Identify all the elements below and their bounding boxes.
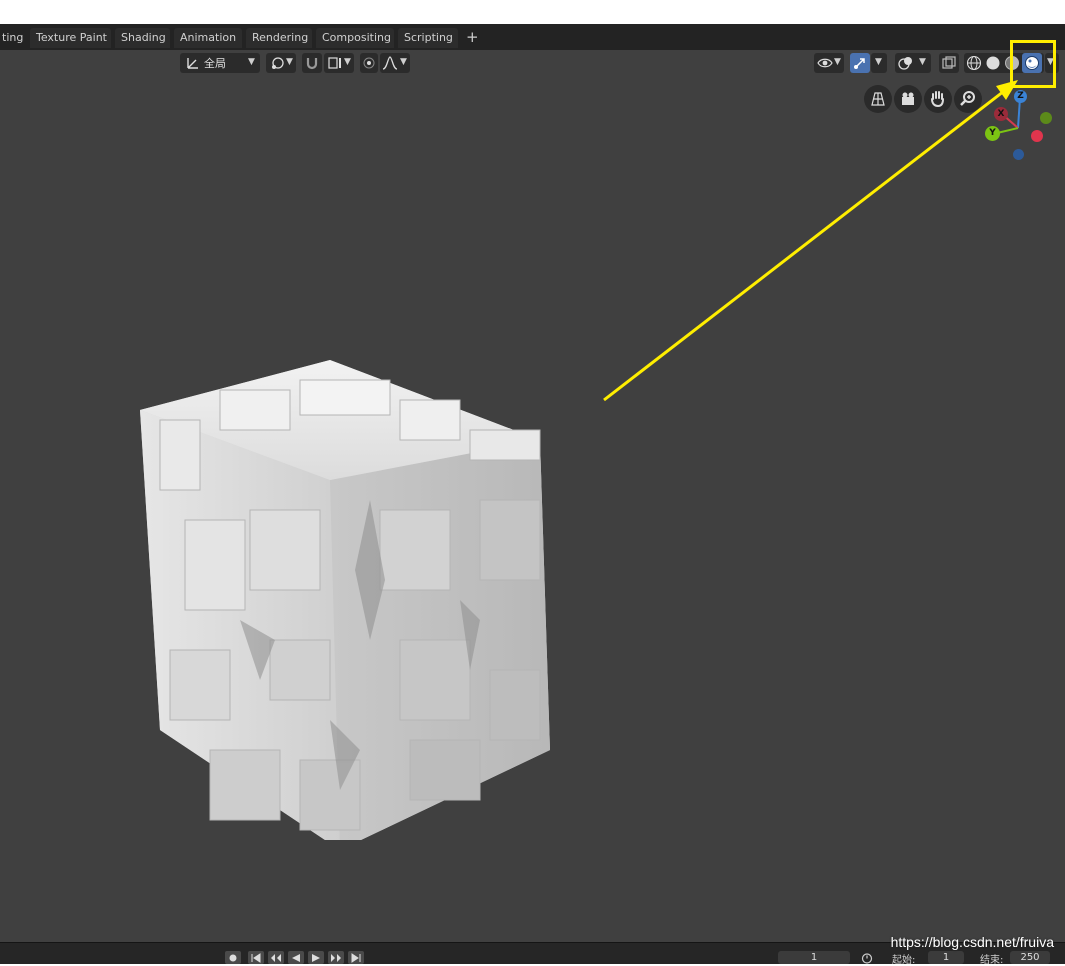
proportional-dot-icon xyxy=(363,57,375,69)
magnifier-icon xyxy=(960,91,975,106)
record-dot-icon xyxy=(229,954,237,962)
falloff-curve-icon xyxy=(382,56,398,70)
camera-view-button[interactable] xyxy=(894,85,922,113)
xray-icon xyxy=(942,56,956,69)
overlay-circles-icon xyxy=(898,57,912,70)
chevron-down-icon: ▼ xyxy=(344,57,351,67)
current-frame-field[interactable]: 1 xyxy=(778,951,850,964)
play-button[interactable] xyxy=(308,951,324,964)
workspace-tab-bar: ting Texture Paint Shading Animation Ren… xyxy=(0,24,1065,50)
gizmo-neg-z-axis[interactable] xyxy=(1013,149,1024,160)
gizmo-neg-y-axis[interactable] xyxy=(1040,112,1052,124)
play-reverse-button[interactable] xyxy=(288,951,304,964)
gizmo-dropdown[interactable]: ▼ xyxy=(871,53,887,73)
snap-target-dropdown[interactable]: ▼ xyxy=(324,53,354,73)
toggle-perspective-button[interactable] xyxy=(864,85,892,113)
snap-increment-icon xyxy=(328,57,341,69)
gizmo-z-label: Z xyxy=(1017,91,1024,101)
hand-icon xyxy=(931,91,944,108)
next-keyframe-icon xyxy=(331,954,341,962)
gizmo-y-label: Y xyxy=(989,128,996,138)
wireframe-shading-icon[interactable] xyxy=(965,54,983,72)
record-keyframe-button[interactable] xyxy=(225,951,241,964)
pan-view-button[interactable] xyxy=(924,85,952,113)
tab-animation[interactable]: Animation xyxy=(174,28,242,48)
tab-shading[interactable]: Shading xyxy=(115,28,170,48)
jump-end-icon xyxy=(351,953,361,963)
play-reverse-icon xyxy=(292,954,300,962)
fractured-cube-object[interactable] xyxy=(100,320,600,840)
add-workspace-button[interactable]: + xyxy=(460,28,480,48)
orientation-label: 全局 xyxy=(204,57,226,70)
grid-icon xyxy=(871,92,885,106)
solid-shading-icon[interactable] xyxy=(984,54,1002,72)
stopwatch-icon[interactable] xyxy=(860,951,874,964)
prev-keyframe-icon xyxy=(271,954,281,962)
jump-next-keyframe-button[interactable] xyxy=(328,951,344,964)
xray-toggle[interactable] xyxy=(939,53,959,73)
3d-viewport[interactable]: 全局 ▼ ▼ ▼ ▼ ▼ ▼ ▼ ▼ Z X Y xyxy=(0,50,1065,942)
magnet-icon xyxy=(306,58,318,70)
eye-icon xyxy=(817,58,833,68)
chevron-down-icon: ▼ xyxy=(875,57,882,67)
play-icon xyxy=(312,954,320,962)
jump-prev-keyframe-button[interactable] xyxy=(268,951,284,964)
proportional-falloff-dropdown[interactable]: ▼ xyxy=(380,53,410,73)
proportional-editing-toggle[interactable] xyxy=(360,53,378,73)
zoom-view-button[interactable] xyxy=(954,85,982,113)
tab-compositing[interactable]: Compositing xyxy=(316,28,394,48)
chevron-down-icon: ▼ xyxy=(834,57,841,67)
tab-texture-paint[interactable]: Texture Paint xyxy=(30,28,111,48)
end-frame-label: 结束: xyxy=(980,955,1004,966)
tab-workspace-partial[interactable]: ting xyxy=(0,28,24,48)
pivot-point-dropdown[interactable]: ▼ xyxy=(266,53,296,73)
tab-rendering[interactable]: Rendering xyxy=(246,28,312,48)
transform-orientation-dropdown[interactable]: 全局 ▼ xyxy=(180,53,260,73)
show-gizmo-toggle[interactable] xyxy=(850,53,870,73)
start-frame-field[interactable]: 1 xyxy=(928,951,964,964)
show-overlays-dropdown[interactable]: ▼ xyxy=(895,53,931,73)
chevron-down-icon: ▼ xyxy=(248,57,255,67)
gizmo-x-label: X xyxy=(997,109,1005,119)
jump-start-icon xyxy=(251,953,261,963)
jump-to-start-button[interactable] xyxy=(248,951,264,964)
chevron-down-icon: ▼ xyxy=(919,57,926,67)
chevron-down-icon: ▼ xyxy=(286,57,293,67)
highlight-box xyxy=(1010,40,1056,88)
gizmo-neg-x-axis[interactable] xyxy=(1031,130,1043,142)
orientation-axes-icon xyxy=(187,58,198,69)
tab-scripting[interactable]: Scripting xyxy=(398,28,458,48)
camera-icon xyxy=(902,92,914,105)
watermark-text: https://blog.csdn.net/fruiva xyxy=(890,934,1054,950)
gizmo-arrow-icon xyxy=(854,58,865,69)
end-frame-field[interactable]: 250 xyxy=(1010,951,1050,964)
object-visibility-dropdown[interactable]: ▼ xyxy=(814,53,844,73)
chevron-down-icon: ▼ xyxy=(400,57,407,67)
jump-to-end-button[interactable] xyxy=(348,951,364,964)
start-frame-label: 起始: xyxy=(892,955,916,966)
viewport-header: 全局 ▼ ▼ ▼ ▼ ▼ ▼ ▼ ▼ xyxy=(0,50,1065,76)
navigation-gizmo[interactable]: Z X Y xyxy=(980,86,1060,166)
snap-toggle[interactable] xyxy=(302,53,322,73)
pivot-icon xyxy=(272,57,284,69)
